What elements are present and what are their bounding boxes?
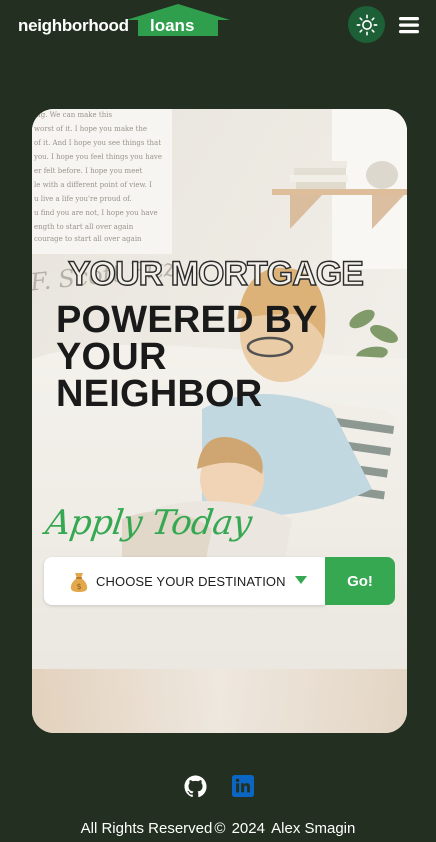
headline-line-2: YOUR bbox=[56, 336, 167, 378]
theme-toggle-button[interactable] bbox=[348, 6, 385, 43]
site-header: neighborhood loans bbox=[0, 0, 436, 50]
hero-background-photo: ing. We can make this worst of it. I hop… bbox=[32, 109, 407, 733]
destination-placeholder: CHOOSE YOUR DESTINATION bbox=[96, 574, 286, 589]
headline-line-1: POWERED BY bbox=[56, 299, 318, 341]
rights-text: All Rights Reserved bbox=[80, 820, 213, 837]
logo-text-neighborhood: neighborhood bbox=[18, 16, 129, 35]
social-links bbox=[184, 775, 264, 799]
author-name: Alex Smagin bbox=[271, 820, 356, 837]
caret-down-icon bbox=[295, 576, 307, 584]
svg-text:$: $ bbox=[76, 582, 81, 591]
money-bag-icon: $ bbox=[70, 573, 88, 592]
brand-logo[interactable]: neighborhood loans bbox=[18, 4, 230, 38]
hamburger-menu-icon[interactable] bbox=[398, 14, 420, 36]
go-button[interactable]: Go! bbox=[325, 557, 395, 605]
copyright-symbol: © bbox=[214, 820, 226, 837]
logo-text-loans: loans bbox=[150, 16, 195, 35]
apply-today-text: Apply Today bbox=[43, 503, 255, 543]
destination-select[interactable]: $ CHOOSE YOUR DESTINATION bbox=[44, 557, 325, 605]
headline-line-3: NEIGHBOR bbox=[56, 373, 263, 415]
headline-outline-text: YOUR MORTGAGE bbox=[67, 254, 364, 293]
copyright-line: All Rights Reserved © 2024 Alex Smagin bbox=[0, 820, 436, 837]
hero-card: ing. We can make this worst of it. I hop… bbox=[32, 109, 407, 733]
github-icon[interactable] bbox=[184, 775, 207, 798]
sun-icon bbox=[356, 14, 377, 35]
copyright-year: 2024 bbox=[231, 820, 265, 837]
linkedin-icon[interactable] bbox=[232, 775, 254, 797]
